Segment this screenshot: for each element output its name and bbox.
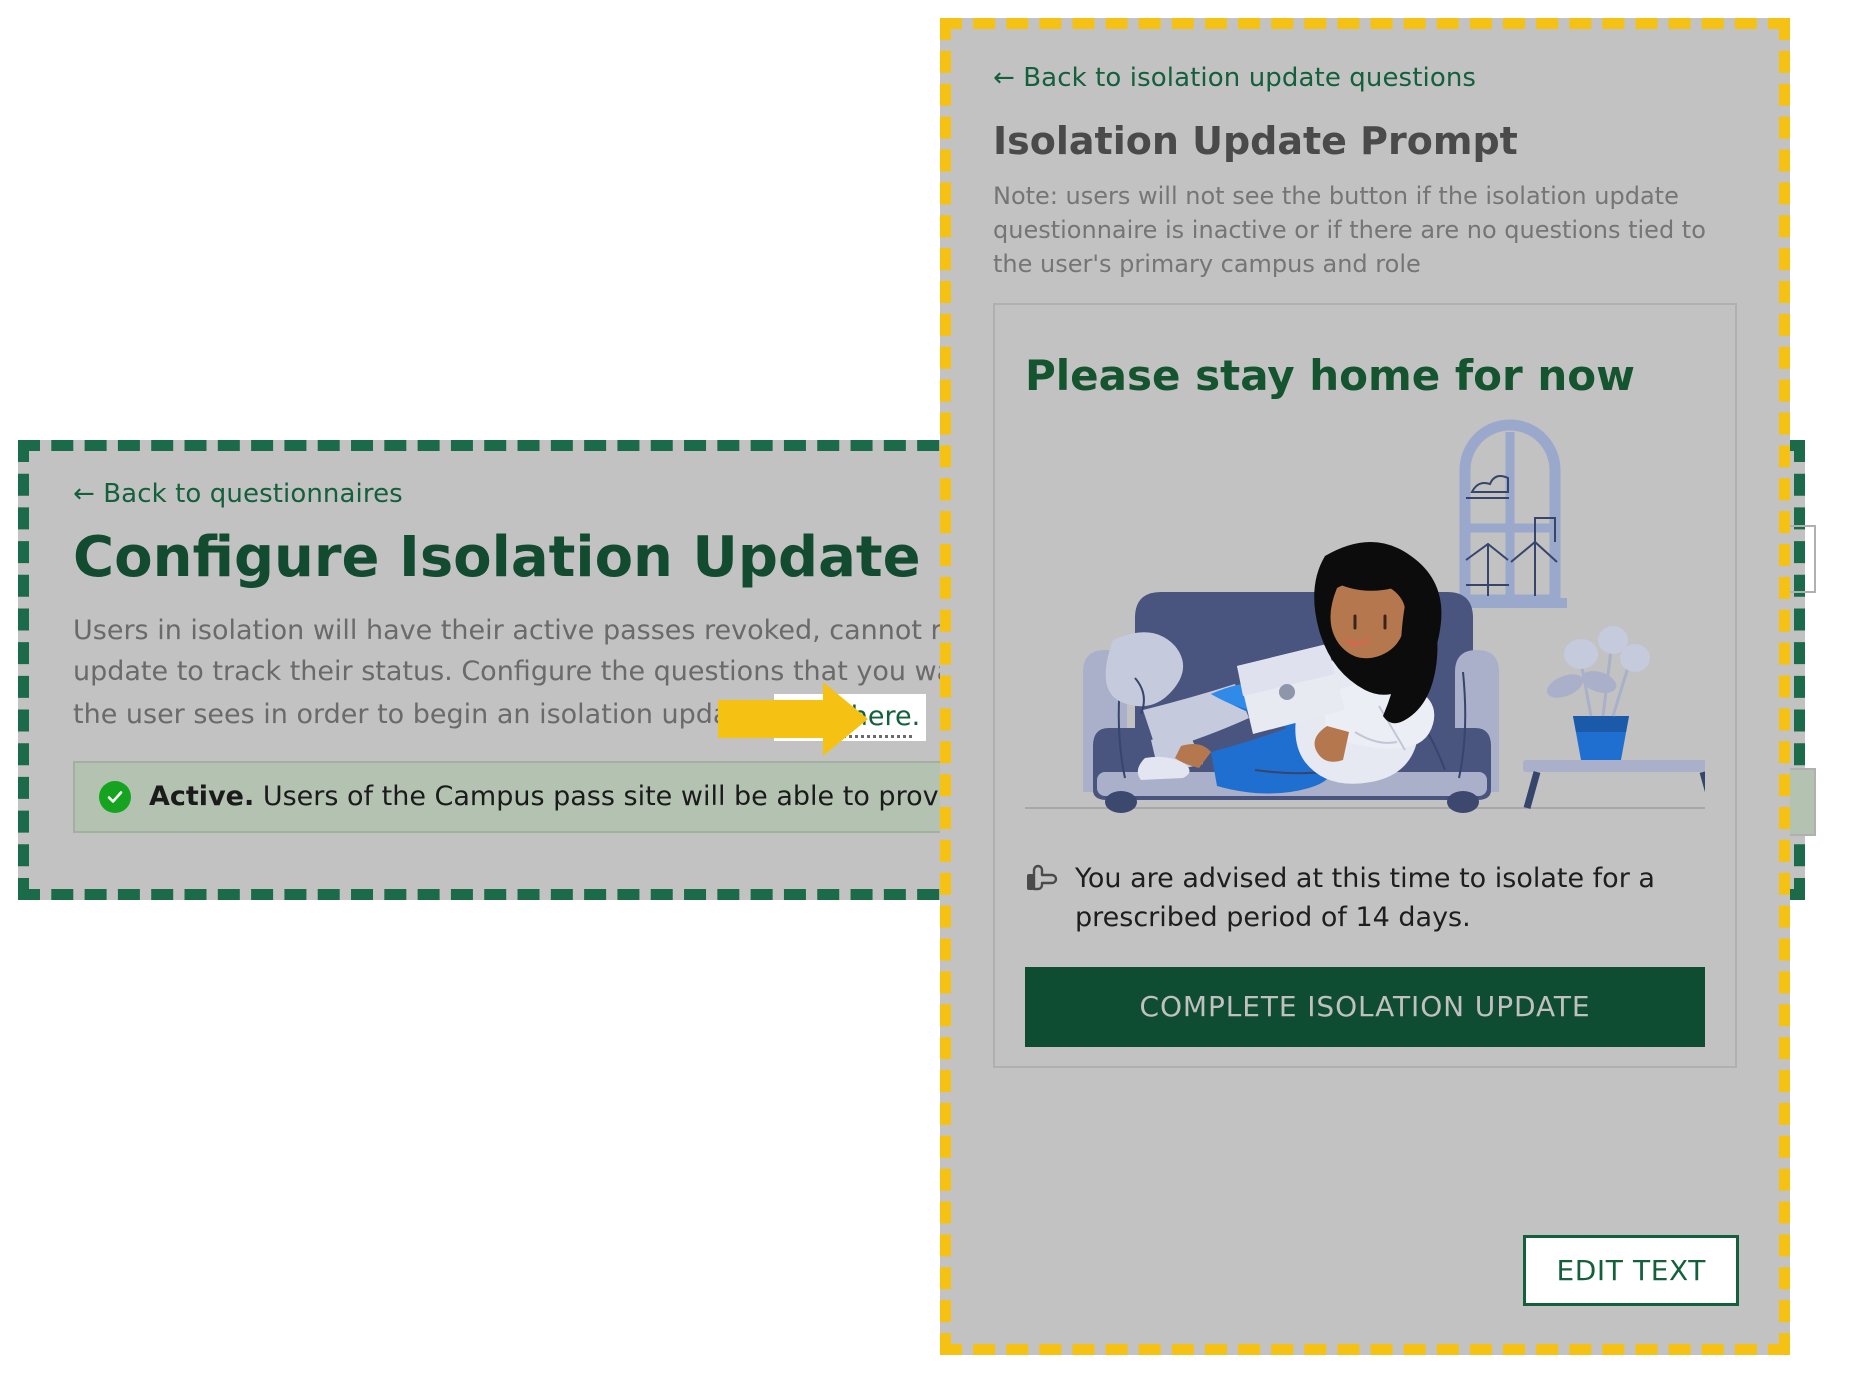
yellow-callout-arrow <box>718 682 868 756</box>
preview-heading: Please stay home for now <box>1025 351 1635 401</box>
description-line-3-text: the user sees in order to begin an isola… <box>73 698 766 730</box>
click-here-period: . <box>911 700 921 732</box>
prompt-title: Isolation Update Prompt <box>993 119 1518 163</box>
woman-reading-on-couch-illustration <box>1025 410 1705 830</box>
isolation-update-prompt-panel: ← Back to isolation update questions Iso… <box>940 18 1790 1355</box>
hidden-card-fragment-bottom <box>1786 768 1816 836</box>
hidden-card-fragment-top <box>1786 525 1816 593</box>
check-circle-icon <box>99 780 131 813</box>
status-label: Active. <box>149 781 255 813</box>
back-to-questionnaires-link[interactable]: ← Back to questionnaires <box>73 479 403 509</box>
advice-text: You are advised at this time to isolate … <box>1075 863 1655 933</box>
advice-row: You are advised at this time to isolate … <box>1025 860 1705 937</box>
screenshot-stage: ← Back to questionnaires Configure Isola… <box>0 0 1856 1384</box>
prompt-preview-card: Please stay home for now You are advised… <box>993 303 1737 1069</box>
back-to-isolation-questions-link[interactable]: ← Back to isolation update questions <box>993 63 1476 93</box>
pointing-hand-icon <box>1025 864 1059 905</box>
prompt-note: Note: users will not see the button if t… <box>993 182 1706 279</box>
complete-isolation-update-button[interactable]: COMPLETE ISOLATION UPDATE <box>1025 966 1705 1047</box>
edit-text-button[interactable]: EDIT TEXT <box>1523 1235 1739 1306</box>
